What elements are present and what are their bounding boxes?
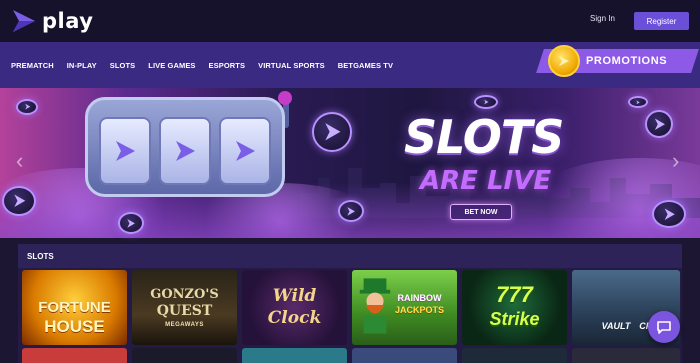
top-bar: play Sign In Register [0,0,700,42]
sign-in-link[interactable]: Sign In [590,14,615,23]
chat-bubble-icon [657,321,671,334]
chip-icon [16,99,38,115]
game-tile-wild-clock[interactable]: Wild Clock [242,270,347,345]
nav-item-esports[interactable]: ESPORTS [209,61,246,70]
carousel-next-arrow[interactable]: › [672,150,679,172]
play-logo-icon [176,141,195,161]
slot-machine-image [85,97,285,197]
nav-item-slots[interactable]: SLOTS [110,61,136,70]
chip-icon [338,200,364,222]
nav-item-betgames-tv[interactable]: BETGAMES TV [338,61,393,70]
game-tile-title: Strike [489,309,540,329]
hero-subtitle: ARE LIVE [420,166,552,196]
game-tile-title: MEGAWAYS [165,322,204,328]
chip-icon [312,112,352,152]
slots-section-title: SLOTS [27,252,54,261]
play-logo-icon [236,141,255,161]
register-button[interactable]: Register [634,12,689,30]
game-tile-partial[interactable] [462,348,567,363]
nav-item-virtual-sports[interactable]: VIRTUAL SPORTS [258,61,325,70]
game-tile-fortune-house[interactable]: FORTUNE HOUSE [22,270,127,345]
game-tile-title: HOUSE [44,317,105,336]
chip-icon [474,95,498,109]
slots-section-header [18,244,682,268]
game-tile-partial[interactable] [132,348,237,363]
game-tile-title: GONZO'S [150,287,219,302]
nav-item-live-games[interactable]: LIVE GAMES [148,61,195,70]
bet-now-button[interactable]: BET NOW [450,204,512,220]
game-tile-title: JACKPOTS [394,305,444,315]
chip-icon [652,200,686,228]
promotions-label: PROMOTIONS [586,55,668,67]
game-tile-777-strike[interactable]: 777 Strike [462,270,567,345]
chip-icon [118,212,144,234]
nav-item-in-play[interactable]: IN-PLAY [67,61,97,70]
carousel-prev-arrow[interactable]: ‹ [16,150,23,172]
play-logo-icon [116,141,135,161]
game-tile-partial[interactable] [242,348,347,363]
game-tile-title: Wild [272,286,317,306]
leprechaun-image [359,278,391,334]
game-tile-partial[interactable] [572,348,680,363]
chip-icon [2,186,36,216]
chip-icon [628,96,648,108]
game-tile-title: QUEST [156,303,213,319]
hero-title: SLOTS [404,110,564,164]
nav-item-prematch[interactable]: PREMATCH [11,61,54,70]
game-tile-rainbow-jackpots[interactable]: RAINBOW JACKPOTS [352,270,457,345]
promo-coin-icon [548,45,580,77]
game-tile-title: 777 [496,282,533,307]
live-chat-button[interactable] [648,311,680,343]
slot-reel [159,117,211,185]
game-tile-partial[interactable] [22,348,127,363]
play-logo-icon [13,10,35,32]
logo-text: play [42,9,94,33]
game-tile-title: Clock [267,308,322,328]
game-tile-title: FORTUNE [38,299,111,316]
game-tile-title: RAINBOW [397,293,442,303]
logo[interactable]: play [10,6,93,36]
slot-reel [99,117,151,185]
slot-reel [219,117,271,185]
game-tile-gonzos-quest[interactable]: GONZO'S QUEST MEGAWAYS [132,270,237,345]
game-tile-partial[interactable] [352,348,457,363]
chip-icon [645,110,673,138]
